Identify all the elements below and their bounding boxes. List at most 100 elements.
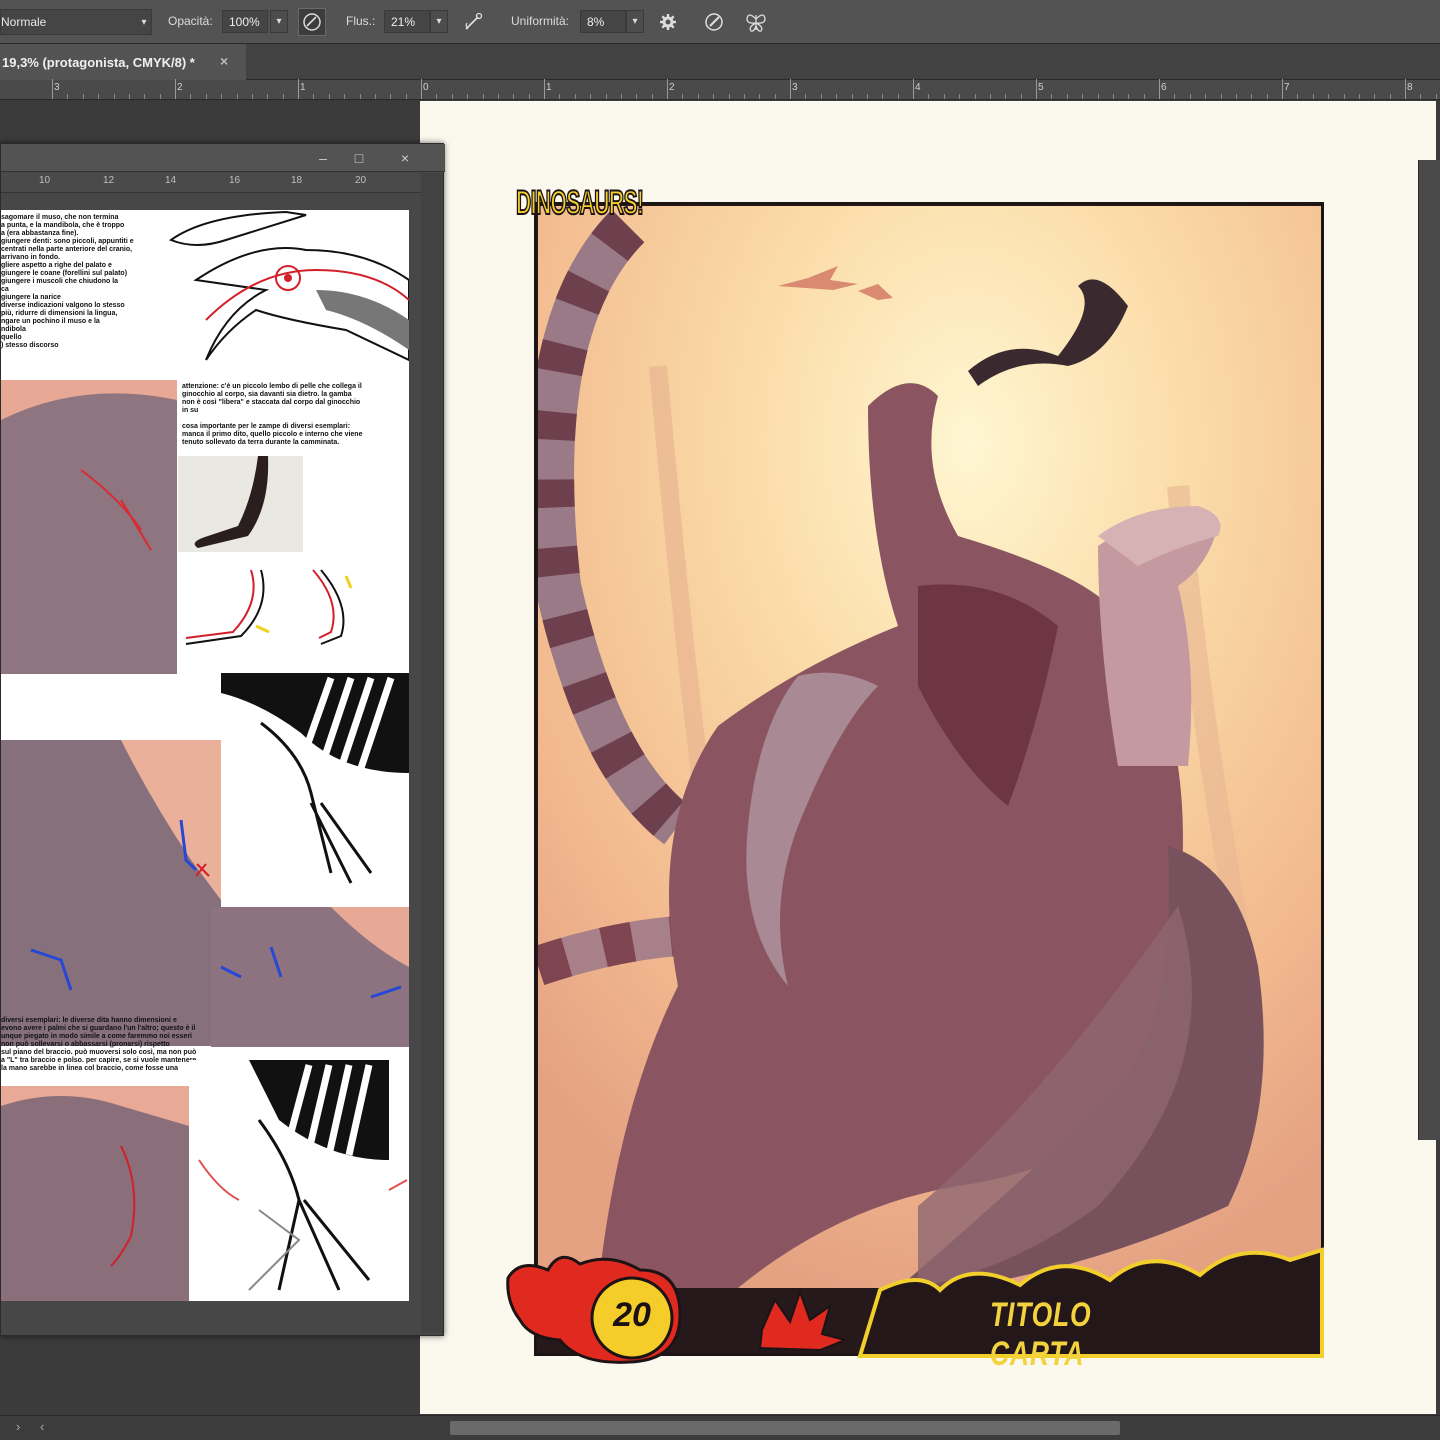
smoothing-dropdown[interactable]: ▾ xyxy=(626,10,644,33)
ruler-minor-tick xyxy=(513,94,515,99)
photoshop-window: Normale ▾ Opacità: 100% ▾ Flus.: 21% ▾ U… xyxy=(0,0,1440,1440)
blend-mode-select[interactable]: Normale ▾ xyxy=(0,9,152,35)
pressure-size-icon[interactable] xyxy=(700,8,728,36)
ruler-minor-tick xyxy=(621,94,622,99)
ruler-minor-tick xyxy=(897,94,899,99)
hand-skeleton-diagram xyxy=(189,1060,409,1301)
ruler-minor-tick xyxy=(851,94,853,99)
reference-scrollbar[interactable] xyxy=(421,173,443,1333)
ruler-minor-tick xyxy=(759,94,761,99)
ruler-minor-tick xyxy=(1143,94,1145,99)
foot-photo xyxy=(178,456,303,552)
reference-ruler[interactable]: 10 12 14 16 18 20 xyxy=(1,173,421,193)
ruler-minor-tick xyxy=(236,94,238,99)
ruler-minor-tick xyxy=(651,94,653,99)
ruler-minor-tick xyxy=(1297,94,1299,99)
ruler-minor-tick xyxy=(451,94,453,99)
airbrush-icon[interactable] xyxy=(460,8,488,36)
scroll-right-icon[interactable]: › xyxy=(16,1419,20,1434)
ruler-minor-tick xyxy=(682,94,684,99)
reference-window-titlebar[interactable]: – □ × xyxy=(1,144,445,172)
blend-mode-value: Normale xyxy=(1,15,47,29)
ruler-minor-tick xyxy=(252,94,253,99)
ruler-major-tick xyxy=(421,79,422,99)
tool-options-bar: Normale ▾ Opacità: 100% ▾ Flus.: 21% ▾ U… xyxy=(0,0,1440,44)
ruler-minor-tick xyxy=(1128,94,1130,99)
horizontal-ruler[interactable]: 3 2 1 0 1 2 3 4 5 6 7 8 xyxy=(0,79,1440,100)
ruler-minor-tick xyxy=(1435,94,1437,99)
ruler-minor-tick xyxy=(697,94,699,99)
ruler-minor-tick xyxy=(1082,94,1084,99)
ruler-minor-tick xyxy=(205,94,207,99)
close-button[interactable]: × xyxy=(394,148,416,168)
opacity-field[interactable]: 100% xyxy=(222,10,268,33)
reference-page[interactable]: sagomare il muso, che non termina a punt… xyxy=(1,210,409,1301)
ruler-minor-tick xyxy=(943,94,945,99)
ruler-minor-tick xyxy=(713,94,715,99)
ruler-minor-tick xyxy=(190,94,192,99)
ruler-minor-tick xyxy=(98,94,100,99)
ruler-minor-tick xyxy=(820,94,822,99)
ruler-minor-tick xyxy=(1251,94,1253,99)
pressure-opacity-icon[interactable] xyxy=(298,8,326,36)
body-study-2 xyxy=(1,740,221,1046)
ruler-label: 1 xyxy=(300,82,306,93)
ruler-minor-tick xyxy=(974,94,976,99)
card-number: 20 xyxy=(613,1296,651,1334)
ruler-minor-tick xyxy=(1236,94,1237,99)
close-icon[interactable]: × xyxy=(220,53,228,69)
ruler-minor-tick xyxy=(1097,94,1099,99)
ruler-major-tick xyxy=(790,79,791,99)
symmetry-butterfly-icon[interactable] xyxy=(742,8,770,36)
ruler-major-tick xyxy=(52,79,53,99)
ruler-minor-tick xyxy=(405,94,407,99)
properties-panel-edge[interactable] xyxy=(1418,160,1440,1140)
document-tab[interactable]: 19,3% (protagonista, CMYK/8) * × xyxy=(0,44,246,80)
ref-ruler-label: 14 xyxy=(165,175,177,186)
ruler-minor-tick xyxy=(113,94,115,99)
chevron-down-icon: ▾ xyxy=(141,16,147,28)
ruler-label: 1 xyxy=(546,82,552,93)
ruler-minor-tick xyxy=(129,94,130,99)
ruler-minor-tick xyxy=(805,94,807,99)
ruler-major-tick xyxy=(1405,79,1406,99)
ruler-minor-tick xyxy=(1389,94,1391,99)
flow-dropdown[interactable]: ▾ xyxy=(430,10,448,33)
scrollbar-thumb[interactable] xyxy=(450,1421,1120,1435)
ruler-major-tick xyxy=(175,79,176,99)
ruler-major-tick xyxy=(544,79,545,99)
knee-notes: attenzione: c'è un piccolo lembo di pell… xyxy=(182,383,363,446)
ref-ruler-label: 12 xyxy=(103,175,115,186)
ruler-minor-tick xyxy=(928,94,930,99)
reference-document-window[interactable]: – □ × 10 12 14 16 18 20 sagomare il muso… xyxy=(0,143,445,1336)
smoothing-field[interactable]: 8% xyxy=(580,10,626,33)
flow-field[interactable]: 21% xyxy=(384,10,430,33)
arm-skeleton-diagram xyxy=(221,673,409,905)
horizontal-scrollbar[interactable]: › ‹ xyxy=(0,1415,1440,1440)
ruler-major-tick xyxy=(667,79,668,99)
ruler-minor-tick xyxy=(1113,94,1114,99)
ruler-label: 3 xyxy=(792,82,798,93)
gear-icon[interactable] xyxy=(654,8,682,36)
ruler-minor-tick xyxy=(467,94,469,99)
ruler-minor-tick xyxy=(574,94,576,99)
opacity-dropdown[interactable]: ▾ xyxy=(270,10,288,33)
ruler-minor-tick xyxy=(744,94,745,99)
ruler-major-tick xyxy=(1282,79,1283,99)
ruler-major-tick xyxy=(298,79,299,99)
ref-ruler-label: 10 xyxy=(39,175,51,186)
document-tab-bar: 19,3% (protagonista, CMYK/8) * × xyxy=(0,44,1440,80)
ruler-minor-tick xyxy=(67,94,69,99)
ruler-minor-tick xyxy=(959,94,961,99)
ruler-minor-tick xyxy=(559,94,561,99)
ruler-major-tick xyxy=(1036,79,1037,99)
maximize-button[interactable]: □ xyxy=(348,148,370,168)
ruler-minor-tick xyxy=(1374,94,1376,99)
ruler-minor-tick xyxy=(1005,94,1007,99)
minimize-button[interactable]: – xyxy=(312,148,334,168)
ruler-minor-tick xyxy=(1205,94,1207,99)
ruler-minor-tick xyxy=(1189,94,1191,99)
scroll-left-icon[interactable]: ‹ xyxy=(40,1419,44,1434)
flow-label: Flus.: xyxy=(346,14,376,28)
ruler-minor-tick xyxy=(774,94,776,99)
